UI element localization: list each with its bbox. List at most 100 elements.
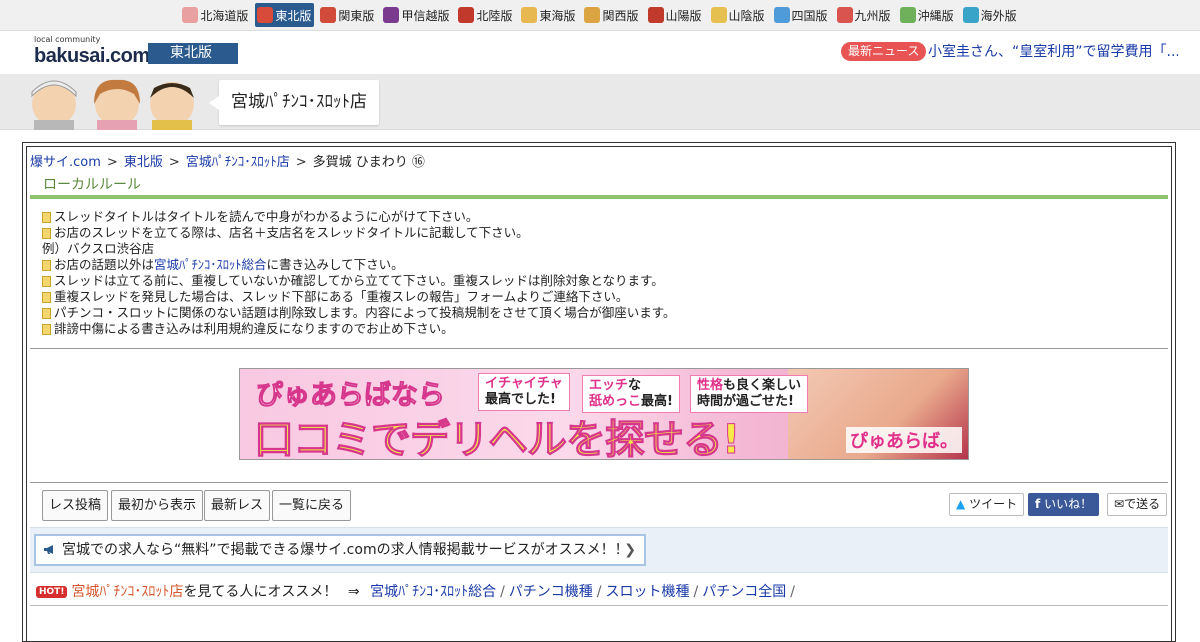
rec-text: を見てる人にオススメ！ [183,584,338,600]
tweet-button[interactable]: ▲ ツイート [949,493,1025,516]
region-label: 関西版 [602,8,639,23]
rec-link-pachinko-national[interactable]: パチンコ全国 [702,584,786,600]
recommendation-line: HOT! 宮城ﾊﾟﾁﾝｺ･ｽﾛｯﾄ店を見てる人にオススメ！ ⇒ 宮城ﾊﾟﾁﾝｺ･ｽ… [30,573,1168,606]
like-label: いいね！ [1044,497,1093,511]
region-tab[interactable]: 山陽版 [646,3,705,27]
back-to-list-button[interactable]: 一覧に戻る [272,490,352,521]
separator: / [693,584,699,600]
ad-bubble: 性格も良く楽しい 時間が過ごせた! [690,375,809,413]
region-tab[interactable]: 甲信越版 [381,3,452,27]
region-tab[interactable]: 関東版 [318,3,377,27]
region-label: 関東版 [338,8,375,23]
memo-icon [42,291,51,303]
header: local community bakusai.com 東北版 最新ニュース 小… [0,31,1200,74]
rule-text: 例）バクスロ渋谷店 [42,241,155,256]
region-tab[interactable]: 沖縄版 [898,3,957,27]
rule-text: 誹謗中傷による書き込みは利用規約違反になりますのでお止め下さい。 [54,321,454,336]
send-mail-button[interactable]: ✉で送る [1107,493,1168,516]
breadcrumb-sep: > [295,155,307,170]
arrow-icon: ⇒ [347,584,360,600]
region-label: 北海道版 [200,8,249,23]
show-from-start-button[interactable]: 最初から表示 [111,490,204,521]
rule-text: お店の話題以外は [54,257,155,272]
region-icon [320,7,337,23]
region-label: 甲信越版 [401,8,450,23]
logo-text: bakusai.com [34,45,150,67]
region-label: 北陸版 [476,8,513,23]
job-promo-link[interactable]: 宮城での求人なら“無料”で掲載できる爆サイ.comの求人情報掲載サービスがオスス… [34,534,646,566]
region-tab[interactable]: 海外版 [961,3,1020,27]
post-reply-button[interactable]: レス投稿 [42,490,109,521]
rule-text: に書き込みして下さい。 [266,257,404,272]
rec-board-link[interactable]: 宮城ﾊﾟﾁﾝｺ･ｽﾛｯﾄ店 [71,584,183,600]
region-tab[interactable]: 北海道版 [180,3,251,27]
separator: / [500,584,505,600]
region-tab[interactable]: 山陰版 [709,3,768,27]
separator: / [790,584,795,600]
region-label: 海外版 [980,8,1017,23]
mail-icon: ✉ [1114,497,1125,511]
latest-replies-button[interactable]: 最新レス [204,490,271,521]
memo-icon [42,275,51,287]
ad-bubble: イチャイチャ 最高でした! [478,373,570,411]
memo-icon [42,211,51,223]
rule-text: お店のスレッドを立てる際は、店名＋支店名をスレッドタイトルに記載して下さい。 [54,225,529,240]
region-icon [710,7,727,23]
region-icon [962,7,979,23]
breadcrumb-current: 多賀城 ひまわり ⑯ [312,155,425,170]
chevron-right-icon: ❯ [624,542,636,558]
region-tab[interactable]: 東北版 [255,3,315,27]
region-tab[interactable]: 東海版 [519,3,578,27]
hot-badge: HOT! [36,586,68,598]
general-board-link[interactable]: 宮城ﾊﾟﾁﾝｺ･ｽﾛｯﾄ総合 [154,257,267,273]
ad-area: ぴゅあらばなら 口コミでデリヘルを探せる! イチャイチャ 最高でした! エッチな… [30,349,1168,483]
rec-link-slot-models[interactable]: スロット機種 [606,584,690,600]
region-label: 四国版 [791,8,828,23]
latest-news-link[interactable]: 小室圭さん、“皇室利用”で留学費用「... [928,41,1178,61]
edition-badge[interactable]: 東北版 [148,43,238,64]
region-tab[interactable]: 九州版 [835,3,894,27]
site-logo[interactable]: local community bakusai.com [34,35,150,68]
region-tab[interactable]: 関西版 [582,3,641,27]
rule-text: スレッドは立てる前に、重複していないか確認してから立てて下さい。重複スレッドは削… [54,273,664,288]
region-icon [521,7,538,23]
board-banner: 宮城ﾊﾟﾁﾝｺ･ｽﾛｯﾄ店 [0,74,1200,130]
region-tab[interactable]: 北陸版 [456,3,515,27]
region-icon [647,7,664,23]
region-nav: 北海道版 東北版 関東版 甲信越版 北陸版 東海版 関西版 山陽版 山陰版 四国版 九州版 沖縄版 海外… [0,0,1200,31]
local-rules: スレッドタイトルはタイトルを読んで中身がわかるように心がけて下さい。 お店のスレ… [30,199,1168,349]
twitter-icon: ▲ [956,497,966,511]
breadcrumb-home[interactable]: 爆サイ.com [30,155,101,170]
facebook-icon: f [1035,497,1041,511]
breadcrumb: 爆サイ.com > 東北版 > 宮城ﾊﾟﾁﾝｺ･ｽﾛｯﾄ店 > 多賀城 ひまわり ⑯ [27,147,1171,170]
memo-icon [42,307,51,319]
region-tab[interactable]: 四国版 [772,3,831,27]
rec-link-pachinko-models[interactable]: パチンコ機種 [509,584,593,600]
ad-main-copy: 口コミでデリヘルを探せる! [253,417,740,460]
region-label: 九州版 [854,8,891,23]
memo-icon [42,259,51,271]
breadcrumb-board[interactable]: 宮城ﾊﾟﾁﾝｺ･ｽﾛｯﾄ店 [186,155,290,170]
breadcrumb-sep: > [168,155,180,170]
megaphone-icon [44,545,53,554]
region-label: 東北版 [275,8,312,23]
rule-text: スレッドタイトルはタイトルを読んで中身がわかるように心がけて下さい。 [54,209,479,224]
region-icon [773,7,790,23]
mascots-illustration [31,79,194,130]
region-icon [836,7,853,23]
board-title: 宮城ﾊﾟﾁﾝｺ･ｽﾛｯﾄ店 [209,80,379,125]
region-icon [899,7,916,23]
region-label: 東海版 [539,8,576,23]
region-label: 山陰版 [728,8,765,23]
breadcrumb-region[interactable]: 東北版 [124,155,163,170]
ad-banner[interactable]: ぴゅあらばなら 口コミでデリヘルを探せる! イチャイチャ 最高でした! エッチな… [239,368,969,460]
send-label: で送る [1124,497,1161,511]
logo-tagline: local community [34,35,101,44]
facebook-like-button[interactable]: f いいね！ [1028,493,1100,516]
region-icon [383,7,400,23]
rec-link-general[interactable]: 宮城ﾊﾟﾁﾝｺ･ｽﾛｯﾄ総合 [370,584,496,600]
job-promo-text: 宮城での求人なら“無料”で掲載できる爆サイ.comの求人情報掲載サービスがオスス… [62,542,629,558]
ad-logo: ぴゅあらば。 [846,427,962,453]
region-icon [584,7,601,23]
region-icon [182,7,199,23]
